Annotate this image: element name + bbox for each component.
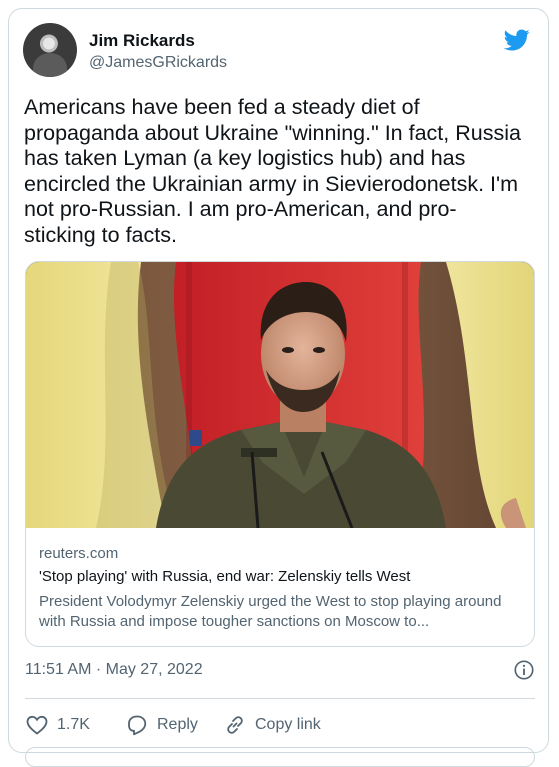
tweet-meta: 11:51 AM · May 27, 2022 <box>25 659 535 683</box>
link-domain: reuters.com <box>39 545 119 562</box>
author-handle[interactable]: @JamesGRickards <box>89 54 227 72</box>
link-description: President Volodymyr Zelenskiy urged the … <box>39 593 502 630</box>
reply-label: Reply <box>157 716 198 733</box>
tweet-card[interactable]: Jim Rickards @JamesGRickards Americans h… <box>8 8 549 767</box>
copy-link-button[interactable]: Copy link <box>223 713 321 737</box>
reply-icon <box>128 715 147 736</box>
tweet-header: Jim Rickards @JamesGRickards <box>23 23 534 79</box>
copy-link-label: Copy link <box>255 716 321 733</box>
twitter-bird-icon[interactable] <box>502 27 532 53</box>
reply-button[interactable]: Reply <box>125 713 198 737</box>
like-count: 1.7K <box>57 716 90 733</box>
author-name[interactable]: Jim Rickards <box>89 31 195 51</box>
tweet-timestamp[interactable]: 11:51 AM · May 27, 2022 <box>25 661 203 679</box>
heart-icon <box>26 715 48 735</box>
author-avatar[interactable] <box>23 23 77 77</box>
like-button[interactable]: 1.7K <box>25 713 90 737</box>
tweet-text: Americans have been fed a steady diet of… <box>24 95 521 247</box>
divider <box>25 698 535 699</box>
link-preview-card[interactable]: reuters.com 'Stop playing' with Russia, … <box>25 261 535 647</box>
article-photo <box>26 262 534 528</box>
tweet-actions: 1.7K Reply Copy link <box>25 713 535 737</box>
article-image[interactable] <box>26 262 534 528</box>
link-icon <box>227 716 243 734</box>
link-headline[interactable]: 'Stop playing' with Russia, end war: Zel… <box>39 568 410 585</box>
info-icon[interactable] <box>513 659 535 681</box>
read-replies-button[interactable] <box>25 747 535 767</box>
